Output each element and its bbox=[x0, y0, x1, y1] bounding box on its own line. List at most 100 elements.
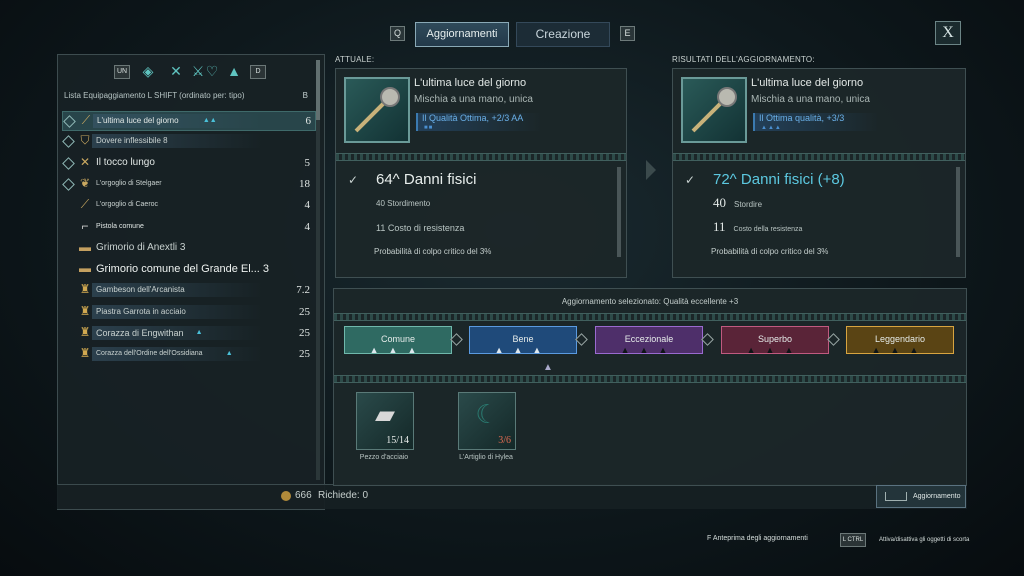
tab-crafting[interactable]: Creazione bbox=[516, 22, 610, 47]
status-diamond-icon bbox=[62, 178, 75, 191]
filter-bar: UN ◈ ✕ ⚔ ♡ ▲ D bbox=[58, 63, 324, 83]
current-item-card: L'ultima luce del giorno Mischia a una m… bbox=[335, 68, 627, 278]
item-title: L'ultima luce del giorno bbox=[414, 77, 527, 89]
material-count: 3/6 bbox=[498, 435, 511, 446]
anvil-icon[interactable]: ▲ bbox=[226, 63, 242, 79]
tier-label: Superbo bbox=[757, 334, 793, 344]
inventory-item[interactable]: ⛉ Dovere inflessibile 8 bbox=[62, 132, 314, 150]
material-slot[interactable]: ☾ 3/6 bbox=[458, 392, 516, 450]
tier-pips-icon: ▲▲▲ bbox=[871, 345, 929, 355]
quality-badge: Il Qualità Ottima, +2/3 AA ■■ bbox=[416, 113, 542, 131]
claw-icon: ☾ bbox=[475, 399, 499, 429]
tier-connector-icon bbox=[575, 333, 588, 346]
result-header: RISULTATI DELL'AGGIORNAMENTO: bbox=[672, 55, 815, 64]
item-subtitle: Mischia a una mano, unica bbox=[751, 94, 870, 105]
tier-eccezionale[interactable]: Eccezionale ▲▲▲ bbox=[595, 326, 703, 355]
upgrade-panel: Aggiornamento selezionato: Qualità eccel… bbox=[333, 288, 967, 486]
crossed-tools-icon[interactable]: ✕ bbox=[168, 63, 184, 79]
inventory-item[interactable]: ⌐ Pistola comune 4 bbox=[62, 218, 314, 236]
stat-stamina: 11 Costo di resistenza bbox=[376, 223, 465, 233]
coin-amount: 666 bbox=[295, 490, 312, 501]
inventory-item[interactable]: ▬ Grimorio comune del Grande El... 3 bbox=[62, 260, 314, 278]
material-name: Pezzo d'acciaio bbox=[359, 454, 409, 461]
inventory-scrollbar[interactable] bbox=[316, 60, 320, 480]
sort-bar[interactable]: Lista Equipaggiamento L SHIFT (ordinato … bbox=[64, 88, 316, 103]
arrow-right-icon bbox=[646, 160, 656, 180]
inventory-item[interactable]: ♜ Piastra Garrota in acciaio 25 bbox=[62, 303, 314, 321]
inventory-item[interactable]: ♜ Corazza di Engwithan ▲ 25 bbox=[62, 324, 314, 342]
tier-leggendario[interactable]: Leggendario ▲▲▲ bbox=[846, 326, 954, 355]
gloves-icon: ❦ bbox=[79, 175, 91, 190]
inventory-item[interactable]: ⟋ L'orgoglio di Caeroc 4 bbox=[62, 196, 314, 214]
chest-armor-icon: ♜ bbox=[79, 303, 91, 318]
tier-label: Bene bbox=[512, 334, 534, 344]
tier-marker-icon: ▲ bbox=[543, 362, 553, 373]
item-name: Corazza di Engwithan bbox=[96, 328, 184, 338]
filter-next-key[interactable]: D bbox=[250, 65, 266, 79]
tab-next-key[interactable]: E bbox=[620, 26, 635, 41]
divider bbox=[336, 153, 626, 161]
item-name: Dovere inflessibile 8 bbox=[96, 136, 168, 146]
item-quantity: 4 bbox=[304, 220, 311, 233]
main-stat: 64^ Danni fisici bbox=[376, 171, 477, 188]
stats-scrollbar[interactable] bbox=[956, 167, 960, 257]
status-diamond-icon bbox=[63, 115, 76, 128]
item-quantity: 25 bbox=[299, 348, 310, 361]
mace-icon bbox=[344, 77, 410, 143]
armor-icon[interactable]: ♡ bbox=[204, 63, 220, 79]
item-name: Grimorio di Anextli 3 bbox=[96, 241, 186, 253]
item-name: L'orgoglio di Stelgaer bbox=[96, 179, 162, 187]
sort-key[interactable]: B bbox=[303, 88, 308, 103]
tier-pips-icon: ▲▲▲ bbox=[494, 345, 552, 355]
steel-ingot-icon: ▰ bbox=[375, 399, 395, 429]
tab-upgrades[interactable]: Aggiornamenti bbox=[415, 22, 509, 47]
main-stat: 72^ Danni fisici (+8) bbox=[713, 171, 845, 188]
bag-icon[interactable]: ◈ bbox=[140, 63, 156, 79]
inventory-item[interactable]: ♜ Corazza dell'Ordine dell'Ossidiana ▲ 25 bbox=[62, 345, 314, 363]
stat-stamina-label: Costo della resistenza bbox=[733, 226, 803, 233]
material-slot[interactable]: ▰ 15/14 bbox=[356, 392, 414, 450]
item-quantity: 6 bbox=[305, 115, 312, 127]
ctrl-key[interactable]: L CTRL bbox=[840, 533, 866, 547]
item-quantity: 25 bbox=[299, 327, 310, 339]
inventory-panel: UN ◈ ✕ ⚔ ♡ ▲ D Lista Equipaggiamento L S… bbox=[57, 54, 325, 510]
material-count: 15/14 bbox=[386, 435, 409, 446]
chest-armor-icon: ♜ bbox=[79, 325, 91, 339]
check-icon: ✓ bbox=[348, 173, 359, 187]
inventory-item[interactable]: ❦ L'orgoglio di Stelgaer 18 bbox=[62, 175, 314, 193]
upgrade-button-label: Aggiornamento bbox=[913, 493, 961, 500]
crit-chance: Probabilità di colpo critico del 3% bbox=[374, 247, 492, 256]
coin-icon bbox=[281, 491, 291, 501]
tier-comune[interactable]: Comune ▲▲▲ bbox=[344, 326, 452, 355]
spacebar-key-icon bbox=[885, 492, 907, 501]
preview-hint: F Anteprima degli aggiornamenti bbox=[707, 535, 808, 542]
inventory-item[interactable]: ⟋ L'ultima luce del giorno ▲▲ 6 bbox=[62, 111, 316, 131]
sword-icon: ⟋ bbox=[80, 197, 90, 212]
upgrade-button[interactable]: Aggiornamento bbox=[876, 485, 966, 508]
filter-prev-key[interactable]: UN bbox=[114, 65, 130, 79]
tier-connector-icon bbox=[450, 333, 463, 346]
stat-stun: 40 Stordire bbox=[713, 195, 762, 211]
tier-bene[interactable]: Bene ▲▲▲ bbox=[469, 326, 577, 355]
inventory-item[interactable]: ✕ Il tocco lungo 5 bbox=[62, 154, 314, 172]
quality-pips: ▲▲▲ bbox=[761, 125, 782, 131]
tier-label: Leggendario bbox=[874, 334, 926, 344]
sort-label: Lista Equipaggiamento L SHIFT (ordinato … bbox=[64, 91, 245, 100]
item-name: Piastra Garrota in acciaio bbox=[96, 306, 186, 316]
close-button[interactable]: X bbox=[935, 21, 961, 45]
upgrade-selected: Aggiornamento selezionato: Qualità eccel… bbox=[561, 297, 739, 306]
footer-bar: 666 Richiede: 0 bbox=[57, 484, 967, 509]
book-icon: ▬ bbox=[79, 239, 91, 254]
tier-superbo[interactable]: Superbo ▲▲▲ bbox=[721, 326, 829, 355]
item-quantity: 7.2 bbox=[296, 284, 310, 297]
item-name: Gambeson dell'Arcanista bbox=[96, 285, 185, 295]
inventory-item[interactable]: ♜ Gambeson dell'Arcanista 7.2 bbox=[62, 281, 314, 299]
stats-scrollbar[interactable] bbox=[617, 167, 621, 257]
item-name: L'ultima luce del giorno bbox=[97, 116, 179, 125]
shield-icon: ⛉ bbox=[80, 133, 90, 148]
stat-stamina: 11 Costo della resistenza bbox=[713, 219, 802, 235]
tab-prev-key[interactable]: Q bbox=[390, 26, 405, 41]
inventory-item[interactable]: ▬ Grimorio di Anextli 3 bbox=[62, 239, 314, 257]
inventory-scroll-thumb[interactable] bbox=[316, 60, 320, 120]
book-icon: ▬ bbox=[79, 261, 91, 276]
